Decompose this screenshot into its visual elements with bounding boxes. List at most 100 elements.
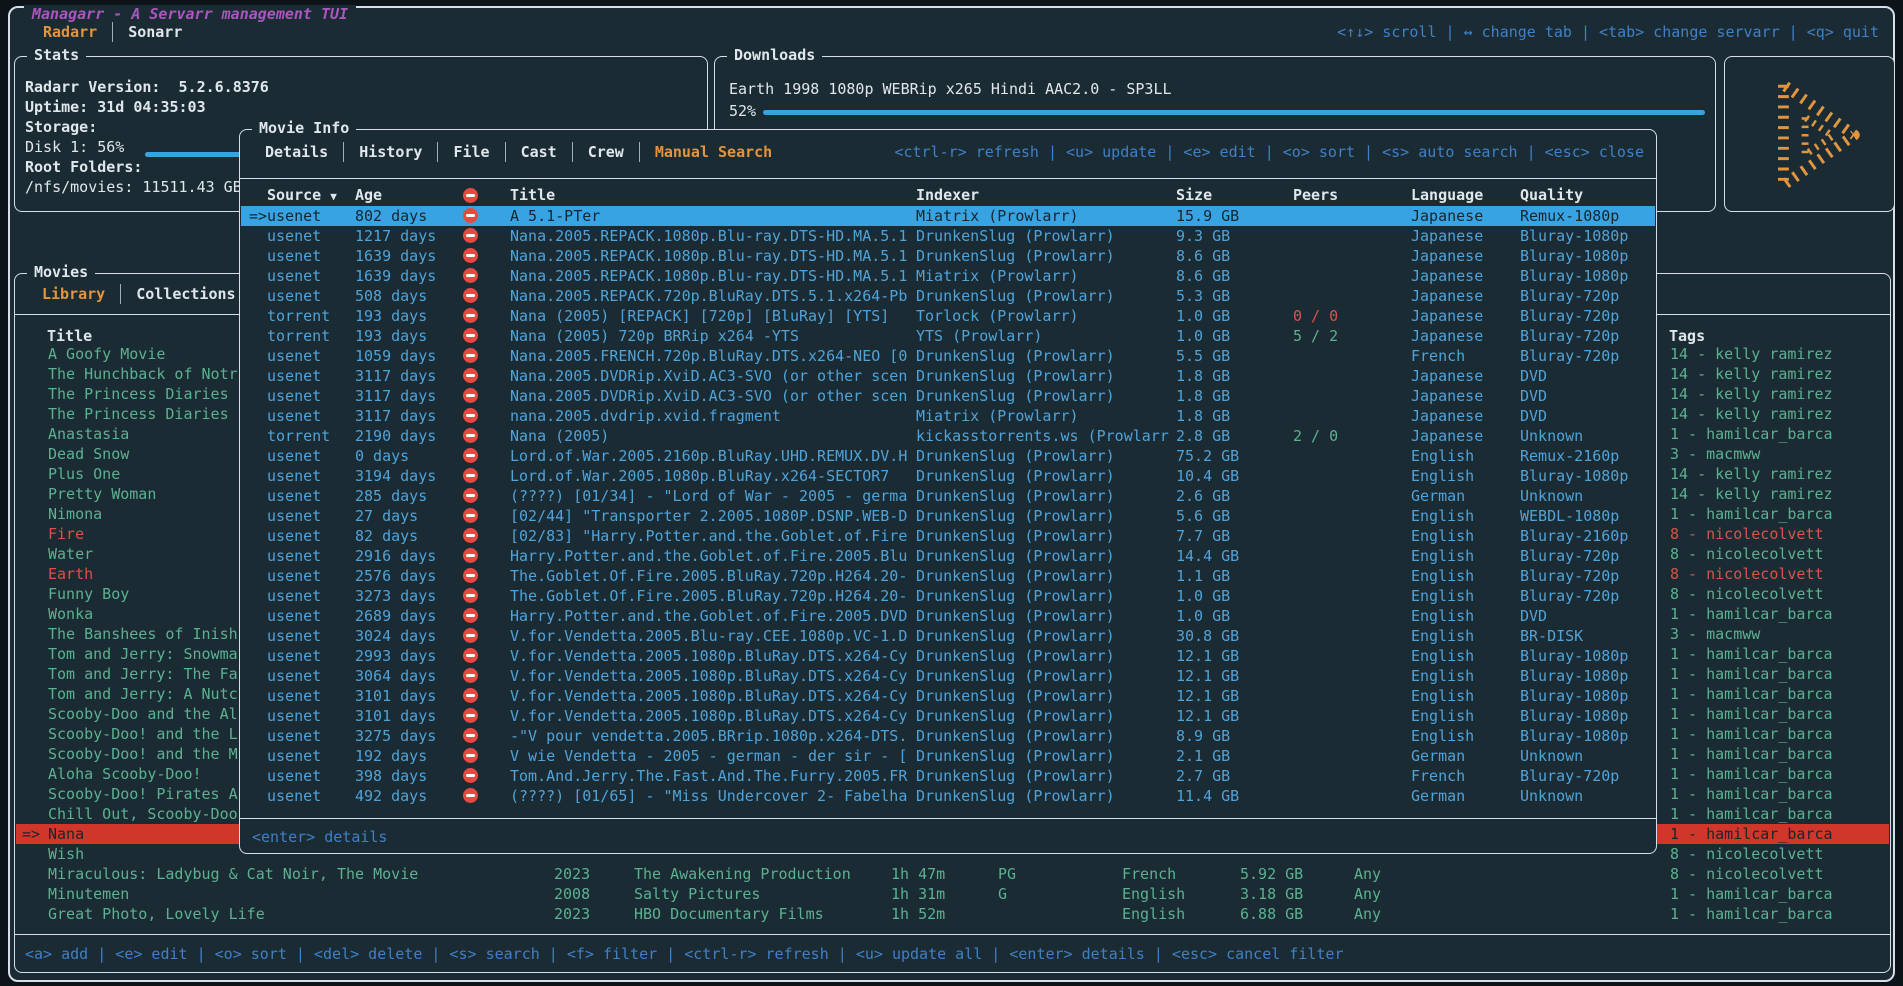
search-result-row[interactable]: usenet 3117 days Nana.2005.DVDRip.XviD.A… bbox=[241, 386, 1655, 406]
search-result-row[interactable]: usenet 0 days Lord.of.War.2005.2160p.Blu… bbox=[241, 446, 1655, 466]
movie-tag: 14 - kelly ramirez bbox=[1670, 364, 1896, 384]
movie-info-tab[interactable]: Crew bbox=[573, 142, 640, 162]
release-quality: Bluray-1080p bbox=[1520, 706, 1656, 726]
movies-tab[interactable]: Collections bbox=[121, 284, 251, 304]
search-result-row[interactable]: usenet 2993 days V.for.Vendetta.2005.108… bbox=[241, 646, 1655, 666]
release-indexer: DrunkenSlug (Prowlarr) bbox=[916, 686, 1172, 706]
release-title: (????) [01/65] - "Miss Undercover 2- Fab… bbox=[510, 786, 912, 806]
indexer-column-header[interactable]: Indexer bbox=[916, 186, 1172, 204]
release-title: [02/44] "Transporter 2.2005.1080P.DSNP.W… bbox=[510, 506, 912, 526]
release-age: 2916 days bbox=[355, 546, 461, 566]
size-column-header[interactable]: Size bbox=[1176, 186, 1288, 204]
release-title: The.Goblet.Of.Fire.2005.BluRay.720p.H264… bbox=[510, 586, 912, 606]
search-result-row[interactable]: usenet 285 days (????) [01/34] - "Lord o… bbox=[241, 486, 1655, 506]
release-language: English bbox=[1411, 606, 1517, 626]
movie-title: Great Photo, Lovely Life bbox=[48, 904, 550, 924]
search-result-row[interactable]: usenet 3024 days V.for.Vendetta.2005.Blu… bbox=[241, 626, 1655, 646]
search-result-row[interactable]: torrent 2190 days Nana (2005) kickasstor… bbox=[241, 426, 1655, 446]
source-column-header[interactable]: Source ▼ bbox=[267, 186, 353, 204]
release-title: Nana (2005) [REPACK] [720p] [BluRay] [YT… bbox=[510, 306, 912, 326]
movies-tab[interactable]: Library bbox=[27, 284, 121, 304]
search-result-row[interactable]: usenet 1217 days Nana.2005.REPACK.1080p.… bbox=[241, 226, 1655, 246]
movie-info-tab[interactable]: File bbox=[438, 142, 505, 162]
release-title: V wie Vendetta - 2005 - german - der sir… bbox=[510, 746, 912, 766]
search-result-row[interactable]: torrent 193 days Nana (2005) [REPACK] [7… bbox=[241, 306, 1655, 326]
movie-info-tab[interactable]: History bbox=[344, 142, 438, 162]
release-language: Japanese bbox=[1411, 306, 1517, 326]
release-age: 3117 days bbox=[355, 406, 461, 426]
search-result-row[interactable]: usenet 2689 days Harry.Potter.and.the.Go… bbox=[241, 606, 1655, 626]
search-result-row[interactable]: usenet 1059 days Nana.2005.FRENCH.720p.B… bbox=[241, 346, 1655, 366]
search-result-row[interactable]: usenet 192 days V wie Vendetta - 2005 - … bbox=[241, 746, 1655, 766]
rejected-icon bbox=[463, 208, 478, 223]
movie-row[interactable]: Miraculous: Ladybug & Cat Noir, The Movi… bbox=[16, 864, 1889, 884]
search-result-row[interactable]: usenet 27 days [02/44] "Transporter 2.20… bbox=[241, 506, 1655, 526]
language-column-header[interactable]: Language bbox=[1411, 186, 1517, 204]
age-column-header[interactable]: Age bbox=[355, 186, 461, 204]
title-column-header[interactable]: Title bbox=[510, 186, 912, 204]
release-language: English bbox=[1411, 586, 1517, 606]
release-age: 3117 days bbox=[355, 366, 461, 386]
movie-info-tab[interactable]: Details bbox=[250, 142, 344, 162]
rejected-icon bbox=[463, 548, 478, 563]
search-result-row[interactable]: usenet 3064 days V.for.Vendetta.2005.108… bbox=[241, 666, 1655, 686]
release-size: 5.5 GB bbox=[1176, 346, 1288, 366]
release-language: French bbox=[1411, 766, 1517, 786]
movie-info-tab[interactable]: Manual Search bbox=[640, 142, 787, 162]
rejected-icon bbox=[463, 228, 478, 243]
release-rejected bbox=[463, 686, 485, 706]
release-indexer: DrunkenSlug (Prowlarr) bbox=[916, 586, 1172, 606]
search-result-row[interactable]: usenet 3101 days V.for.Vendetta.2005.108… bbox=[241, 686, 1655, 706]
release-indexer: DrunkenSlug (Prowlarr) bbox=[916, 226, 1172, 246]
rejected-icon bbox=[463, 468, 478, 483]
release-age: 398 days bbox=[355, 766, 461, 786]
search-result-row[interactable]: usenet 1639 days Nana.2005.REPACK.1080p.… bbox=[241, 266, 1655, 286]
search-result-row[interactable]: usenet 398 days Tom.And.Jerry.The.Fast.A… bbox=[241, 766, 1655, 786]
release-age: 3275 days bbox=[355, 726, 461, 746]
search-result-row[interactable]: usenet 3194 days Lord.of.War.2005.1080p.… bbox=[241, 466, 1655, 486]
search-result-row[interactable]: usenet 3117 days Nana.2005.DVDRip.XviD.A… bbox=[241, 366, 1655, 386]
search-result-row[interactable]: torrent 193 days Nana (2005) 720p BRRip … bbox=[241, 326, 1655, 346]
movie-row[interactable]: Minutemen 2008 Salty Pictures 1h 31m G E… bbox=[16, 884, 1889, 904]
release-rejected bbox=[463, 666, 485, 686]
release-quality: Bluray-720p bbox=[1520, 766, 1656, 786]
search-result-row[interactable]: => usenet 802 days A 5.1-PTer Miatrix (P… bbox=[241, 206, 1655, 226]
release-size: 12.1 GB bbox=[1176, 706, 1288, 726]
release-title: V.for.Vendetta.2005.1080p.BluRay.DTS.x26… bbox=[510, 646, 912, 666]
release-quality: Bluray-720p bbox=[1520, 566, 1656, 586]
stats-panel-title: Stats bbox=[27, 46, 86, 64]
release-size: 9.3 GB bbox=[1176, 226, 1288, 246]
search-result-row[interactable]: usenet 3117 days nana.2005.dvdrip.xvid.f… bbox=[241, 406, 1655, 426]
search-result-row[interactable]: usenet 2576 days The.Goblet.Of.Fire.2005… bbox=[241, 566, 1655, 586]
release-indexer: DrunkenSlug (Prowlarr) bbox=[916, 746, 1172, 766]
search-result-row[interactable]: usenet 3101 days V.for.Vendetta.2005.108… bbox=[241, 706, 1655, 726]
search-result-row[interactable]: usenet 492 days (????) [01/65] - "Miss U… bbox=[241, 786, 1655, 806]
rejected-icon bbox=[463, 648, 478, 663]
release-source: usenet bbox=[267, 586, 353, 606]
movie-tag: 1 - hamilcar_barca bbox=[1670, 904, 1896, 924]
peers-column-header[interactable]: Peers bbox=[1293, 186, 1405, 204]
release-rejected bbox=[463, 606, 485, 626]
movie-row[interactable]: Great Photo, Lovely Life 2023 HBO Docume… bbox=[16, 904, 1889, 924]
search-result-row[interactable]: usenet 3273 days The.Goblet.Of.Fire.2005… bbox=[241, 586, 1655, 606]
release-language: German bbox=[1411, 786, 1517, 806]
rejected-icon bbox=[463, 708, 478, 723]
rejection-column-header[interactable] bbox=[463, 186, 485, 205]
search-result-row[interactable]: usenet 1639 days Nana.2005.REPACK.1080p.… bbox=[241, 246, 1655, 266]
servarr-tab[interactable]: Sonarr bbox=[113, 22, 197, 42]
release-age: 3117 days bbox=[355, 386, 461, 406]
search-result-row[interactable]: usenet 508 days Nana.2005.REPACK.720p.Bl… bbox=[241, 286, 1655, 306]
rejected-icon bbox=[463, 288, 478, 303]
servarr-tab[interactable]: Radarr bbox=[28, 22, 113, 42]
release-age: 192 days bbox=[355, 746, 461, 766]
movie-info-tab[interactable]: Cast bbox=[506, 142, 573, 162]
search-result-row[interactable]: usenet 2916 days Harry.Potter.and.the.Go… bbox=[241, 546, 1655, 566]
release-age: 2993 days bbox=[355, 646, 461, 666]
release-title: Nana (2005) bbox=[510, 426, 912, 446]
release-title: Nana.2005.DVDRip.XviD.AC3-SVO (or other … bbox=[510, 386, 912, 406]
release-age: 82 days bbox=[355, 526, 461, 546]
movie-size: 5.92 GB bbox=[1240, 864, 1348, 884]
search-result-row[interactable]: usenet 82 days [02/83] "Harry.Potter.and… bbox=[241, 526, 1655, 546]
search-result-row[interactable]: usenet 3275 days -"V pour vendetta.2005.… bbox=[241, 726, 1655, 746]
quality-column-header[interactable]: Quality bbox=[1520, 186, 1656, 204]
